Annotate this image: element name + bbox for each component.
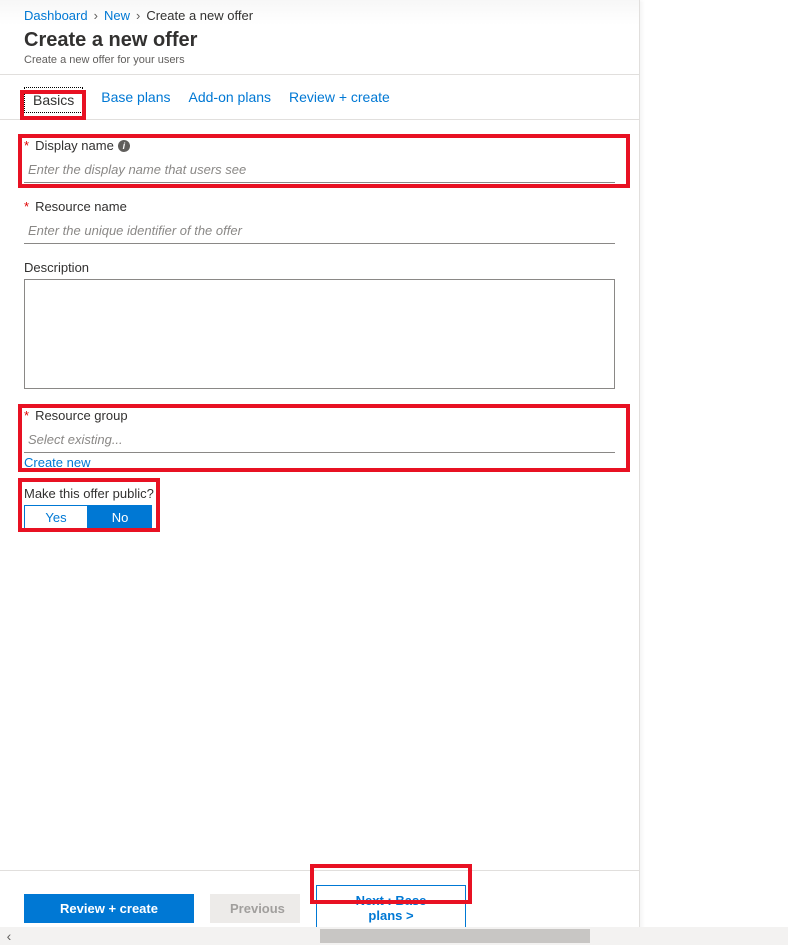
tab-base-plans[interactable]: Base plans xyxy=(101,89,170,119)
input-description[interactable] xyxy=(24,279,615,389)
tab-basics[interactable]: Basics xyxy=(24,87,83,113)
tab-addon-plans[interactable]: Add-on plans xyxy=(189,89,272,119)
toggle-no[interactable]: No xyxy=(88,505,152,530)
select-resource-group[interactable]: Select existing... xyxy=(24,427,615,453)
field-display-name: * Display name i xyxy=(24,138,615,183)
page-subtitle: Create a new offer for your users xyxy=(24,54,615,66)
field-public-toggle: Make this offer public? Yes No xyxy=(24,486,615,530)
breadcrumb-sep: › xyxy=(94,8,98,23)
scroll-left-icon[interactable]: ‹ xyxy=(0,928,18,944)
button-previous: Previous xyxy=(210,894,300,923)
form-area: * Display name i * Resource name Descrip… xyxy=(0,120,639,870)
toggle-yes[interactable]: Yes xyxy=(24,505,88,530)
label-display-name: Display name xyxy=(35,138,114,153)
button-next[interactable]: Next : Base plans > xyxy=(316,885,466,931)
required-marker: * xyxy=(24,408,29,423)
field-description: Description xyxy=(24,260,615,392)
input-resource-name[interactable] xyxy=(24,218,615,244)
page-header: Create a new offer Create a new offer fo… xyxy=(0,25,639,75)
label-description: Description xyxy=(24,260,89,275)
breadcrumb-current: Create a new offer xyxy=(146,8,253,23)
horizontal-scrollbar[interactable]: ‹ xyxy=(0,927,788,945)
breadcrumb-sep: › xyxy=(136,8,140,23)
field-resource-group: * Resource group Select existing... Crea… xyxy=(24,408,615,470)
label-resource-name: Resource name xyxy=(35,199,127,214)
info-icon[interactable]: i xyxy=(118,140,130,152)
link-create-new-rg[interactable]: Create new xyxy=(24,455,90,470)
breadcrumb-dashboard[interactable]: Dashboard xyxy=(24,8,88,23)
scrollbar-thumb[interactable] xyxy=(320,929,590,943)
required-marker: * xyxy=(24,199,29,214)
button-review-create[interactable]: Review + create xyxy=(24,894,194,923)
tabs: Basics Base plans Add-on plans Review + … xyxy=(0,75,639,120)
field-resource-name: * Resource name xyxy=(24,199,615,244)
toggle-public: Yes No xyxy=(24,505,615,530)
required-marker: * xyxy=(24,138,29,153)
label-resource-group: Resource group xyxy=(35,408,128,423)
breadcrumb-new[interactable]: New xyxy=(104,8,130,23)
tab-review-create[interactable]: Review + create xyxy=(289,89,390,119)
breadcrumb: Dashboard › New › Create a new offer xyxy=(0,0,639,25)
page-title: Create a new offer xyxy=(24,29,615,52)
label-public: Make this offer public? xyxy=(24,486,154,501)
input-display-name[interactable] xyxy=(24,157,615,183)
